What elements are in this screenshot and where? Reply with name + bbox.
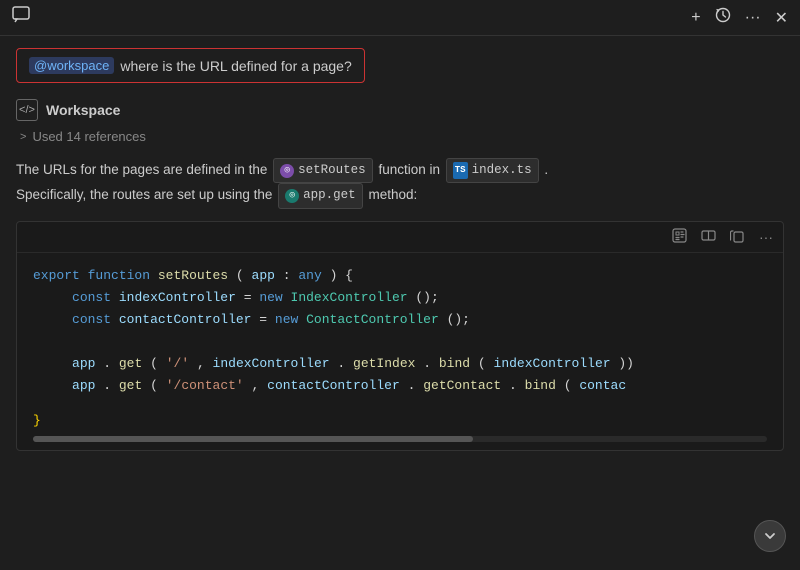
- close-icon[interactable]: ✕: [775, 8, 788, 28]
- workspace-section: </> Workspace: [16, 99, 784, 121]
- code-line-4: [33, 331, 767, 353]
- workspace-label: Workspace: [46, 102, 120, 118]
- question-text: where is the URL defined for a page?: [120, 58, 351, 74]
- code-icon: </>: [19, 104, 35, 116]
- set-routes-badge[interactable]: ◎ setRoutes: [273, 158, 373, 183]
- closing-brace: }: [17, 409, 783, 436]
- workspace-tag: @workspace: [29, 57, 114, 74]
- code-line-3: const contactController = new ContactCon…: [33, 309, 767, 331]
- toolbar-more-icon[interactable]: ···: [757, 227, 775, 247]
- toolbar-copy-icon[interactable]: [728, 226, 747, 248]
- chat-icon[interactable]: [12, 6, 30, 29]
- code-line-5: app . get ( '/' , indexController . getI…: [33, 353, 767, 375]
- code-line-1: export function setRoutes ( app : any ) …: [33, 265, 767, 287]
- more-icon[interactable]: ···: [745, 9, 761, 27]
- top-bar-left: [12, 6, 30, 29]
- question-box: @workspace where is the URL defined for …: [16, 48, 365, 83]
- code-toolbar: ···: [17, 222, 783, 253]
- toolbar-run-icon[interactable]: [670, 226, 689, 248]
- set-routes-icon: ◎: [280, 164, 294, 178]
- app-get-badge[interactable]: ◎ app.get: [278, 183, 363, 208]
- desc-line2-suffix: method:: [368, 187, 417, 202]
- chevron-right-icon: >: [20, 131, 26, 143]
- references-text: Used 14 references: [32, 129, 145, 144]
- code-line-2: const indexController = new IndexControl…: [33, 287, 767, 309]
- desc-line1-prefix: The URLs for the pages are defined in th…: [16, 162, 267, 177]
- set-routes-label: setRoutes: [298, 160, 366, 181]
- description-text: The URLs for the pages are defined in th…: [16, 158, 784, 209]
- code-line-6: app . get ( '/contact' , contactControll…: [33, 375, 767, 397]
- scroll-down-button[interactable]: [754, 520, 786, 552]
- history-icon[interactable]: [715, 7, 731, 28]
- desc-line2-prefix: Specifically, the routes are set up usin…: [16, 187, 272, 202]
- top-bar-right: + ··· ✕: [691, 7, 788, 28]
- top-bar: + ··· ✕: [0, 0, 800, 36]
- app-get-icon: ◎: [285, 189, 299, 203]
- app-get-label: app.get: [303, 185, 356, 206]
- add-icon[interactable]: +: [691, 9, 700, 27]
- desc-line1-suffix: .: [544, 162, 548, 177]
- main-content: @workspace where is the URL defined for …: [0, 36, 800, 562]
- code-block-container: ··· export function setRoutes ( app : an…: [16, 221, 784, 452]
- code-content: export function setRoutes ( app : any ) …: [17, 253, 783, 410]
- index-ts-badge[interactable]: TS index.ts: [446, 158, 539, 183]
- index-ts-label: index.ts: [472, 160, 532, 181]
- references-line[interactable]: > Used 14 references: [20, 129, 784, 144]
- toolbar-split-icon[interactable]: [699, 226, 718, 248]
- ts-icon: TS: [453, 162, 468, 179]
- desc-line1-mid: function in: [378, 162, 440, 177]
- workspace-icon: </>: [16, 99, 38, 121]
- scrollbar-thumb: [33, 436, 473, 442]
- bottom-scrollbar[interactable]: [33, 436, 767, 442]
